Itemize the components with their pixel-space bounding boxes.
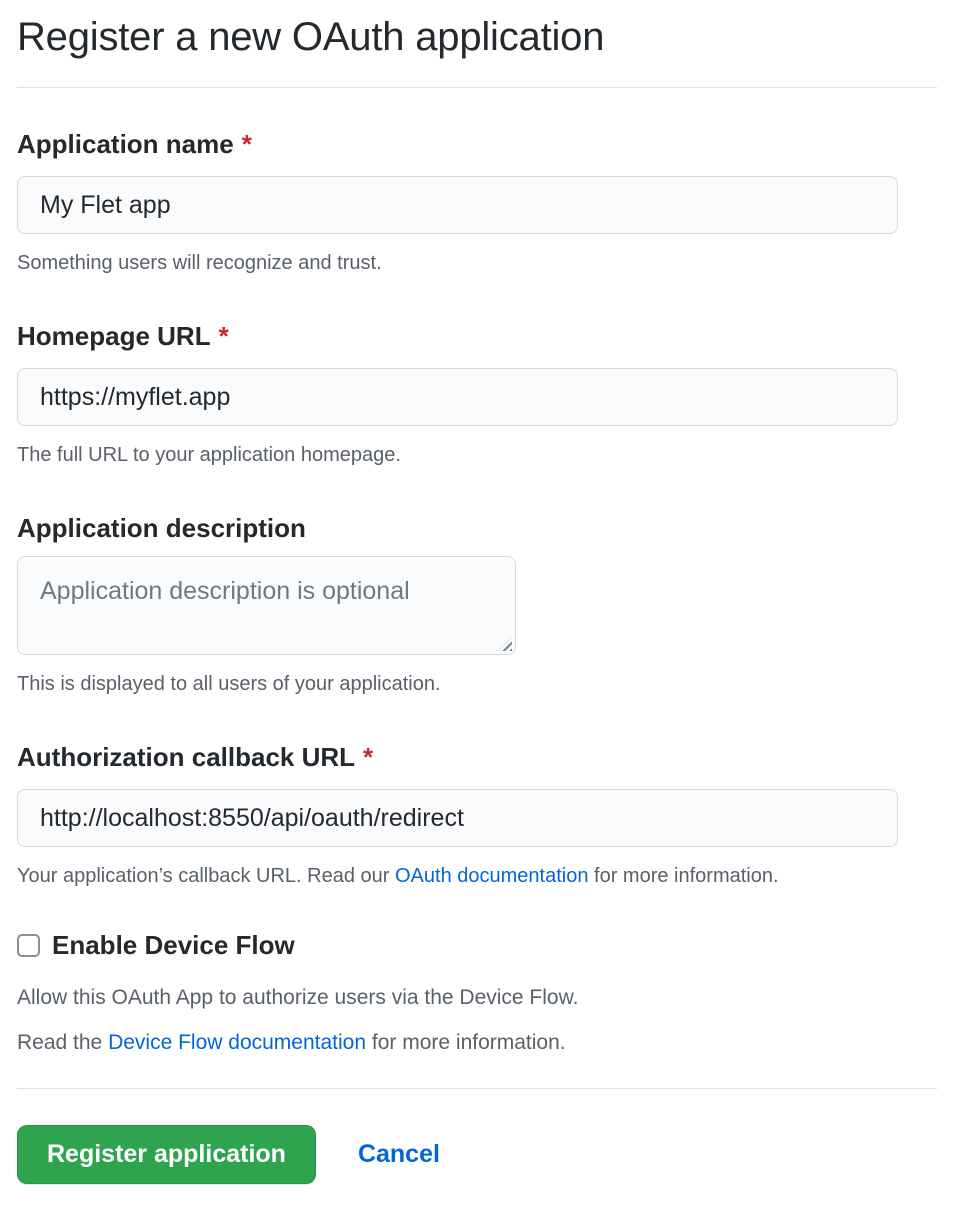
application-description-label-text: Application description [17,513,306,543]
application-name-input[interactable] [17,176,898,234]
application-name-label: Application name * [17,128,937,160]
callback-url-group: Authorization callback URL * Your applica… [17,741,937,889]
device-flow-checkbox-row: Enable Device Flow [17,929,937,961]
required-asterisk: * [242,129,252,159]
callback-url-label-text: Authorization callback URL [17,742,355,772]
application-name-label-text: Application name [17,129,234,159]
required-asterisk: * [363,742,373,772]
application-description-group: Application description This is displaye… [17,512,937,697]
application-description-note: This is displayed to all users of your a… [17,672,937,697]
device-flow-docs-suffix: for more information. [366,1031,566,1054]
homepage-url-label-text: Homepage URL [17,321,211,351]
homepage-url-group: Homepage URL * The full URL to your appli… [17,320,937,468]
callback-url-input[interactable] [17,789,898,847]
callback-url-note: Your application’s callback URL. Read ou… [17,864,937,889]
cancel-link[interactable]: Cancel [358,1140,440,1169]
homepage-url-label: Homepage URL * [17,320,937,352]
callback-url-note-prefix: Your application’s callback URL. Read ou… [17,865,395,887]
callback-url-note-suffix: for more information. [588,865,778,887]
device-flow-checkbox[interactable] [17,934,40,957]
oauth-register-page: Register a new OAuth application Applica… [0,0,954,1211]
oauth-application-form: Application name * Something users will r… [17,128,937,1184]
page-title: Register a new OAuth application [17,0,937,88]
device-flow-note: Allow this OAuth App to authorize users … [17,985,937,1010]
application-description-label: Application description [17,512,937,544]
oauth-documentation-link[interactable]: OAuth documentation [395,865,588,887]
form-actions: Register application Cancel [17,1125,937,1184]
homepage-url-input[interactable] [17,368,898,426]
actions-divider [17,1088,937,1089]
application-name-group: Application name * Something users will r… [17,128,937,276]
register-application-button[interactable]: Register application [17,1125,316,1184]
device-flow-documentation-link[interactable]: Device Flow documentation [108,1031,366,1054]
device-flow-docs-prefix: Read the [17,1031,108,1054]
application-description-wrap [17,556,516,655]
device-flow-docs-line: Read the Device Flow documentation for m… [17,1030,937,1055]
application-name-note: Something users will recognize and trust… [17,251,937,276]
device-flow-label[interactable]: Enable Device Flow [52,929,295,961]
application-description-textarea[interactable] [17,556,516,655]
callback-url-label: Authorization callback URL * [17,741,937,773]
device-flow-group: Enable Device Flow Allow this OAuth App … [17,929,937,1055]
homepage-url-note: The full URL to your application homepag… [17,443,937,468]
required-asterisk: * [219,321,229,351]
